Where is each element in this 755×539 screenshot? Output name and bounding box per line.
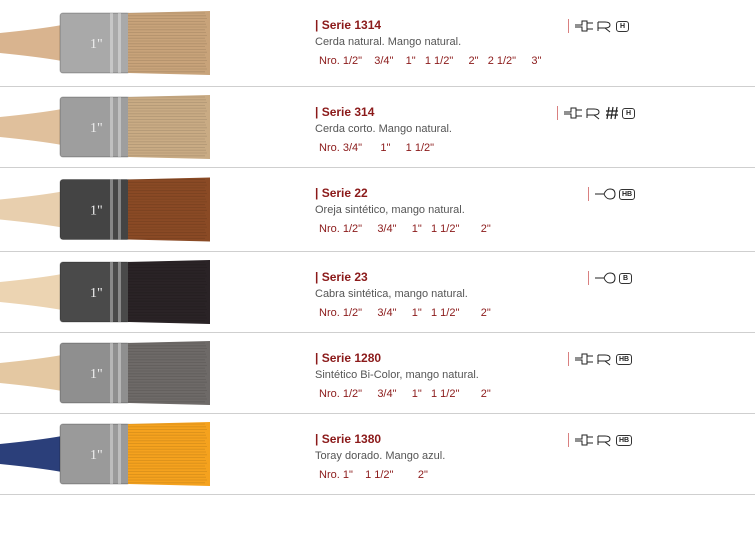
product-description: Cerda corto. Mango natural. [315, 123, 452, 135]
hardness-badge: H [616, 20, 629, 32]
filbert-brush-icon [586, 105, 602, 121]
svg-text:1": 1" [90, 204, 103, 219]
hardness-badge: HB [616, 353, 633, 365]
product-row: 1" | Serie 1314 Cerda natural. Mango natu… [0, 0, 755, 86]
brush-shape-icons: H [557, 105, 635, 121]
svg-text:1": 1" [90, 286, 103, 301]
filbert-brush-icon [597, 432, 613, 448]
product-info: | Serie 1314 Cerda natural. Mango natural… [315, 18, 541, 68]
icon-separator [557, 106, 558, 120]
product-info: | Serie 1380 Toray dorado. Mango azul. Nro… [315, 432, 445, 482]
svg-text:1": 1" [90, 367, 103, 382]
product-title[interactable]: | Serie 1280 [315, 351, 491, 366]
product-sizes: Nro. 1/2" 3/4" 1" 1 1/2" 2" [319, 307, 491, 319]
product-description: Cerda natural. Mango natural. [315, 36, 462, 48]
flat-brush-icon [574, 432, 594, 448]
product-description: Cabra sintética, mango natural. [315, 288, 468, 300]
product-info: | Serie 1280 Sintético Bi-Color, mango na… [315, 351, 491, 401]
product-row: 1" | Serie 23 Cabra sintética, mango natu… [0, 252, 755, 332]
hardness-badge: HB [616, 434, 633, 446]
product-row: 1" | Serie 22 Oreja sintético, mango natu… [0, 168, 755, 251]
product-sizes: Nro. 1/2" 3/4" 1" 1 1/2" 2" [319, 388, 491, 400]
product-sizes: Nro. 3/4" 1" 1 1/2" [319, 142, 435, 154]
svg-text:1": 1" [90, 37, 103, 52]
icon-separator [568, 352, 569, 366]
brush-shape-icons: HB [568, 432, 633, 448]
product-row: 1" | Serie 314 Cerda corto. Mango natural… [0, 87, 755, 167]
hatch-icon [605, 105, 619, 121]
brush-image: 1" [0, 333, 212, 418]
brush-image: 1" [0, 252, 212, 337]
product-description: Toray dorado. Mango azul. [315, 450, 446, 462]
product-sizes: Nro. 1/2" 3/4" 1" 1 1/2" 2" 2 1/2" 3" [319, 55, 542, 67]
brush-shape-icons: HB [588, 186, 636, 202]
product-info: | Serie 314 Cerda corto. Mango natural. Nr… [315, 105, 452, 155]
product-title[interactable]: | Serie 1314 [315, 18, 541, 33]
round-brush-icon [594, 270, 616, 286]
product-info: | Serie 22 Oreja sintético, mango natural… [315, 186, 491, 236]
icon-separator [588, 187, 589, 201]
product-sizes: Nro. 1" 1 1/2" 2" [319, 469, 428, 481]
product-title[interactable]: | Serie 1380 [315, 432, 445, 447]
hardness-badge: H [622, 107, 635, 119]
filbert-brush-icon [597, 351, 613, 367]
brush-shape-icons: HB [568, 351, 633, 367]
product-row: 1" | Serie 1380 Toray dorado. Mango azul.… [0, 414, 755, 494]
product-title[interactable]: | Serie 314 [315, 105, 452, 120]
svg-text:1": 1" [90, 448, 103, 463]
flat-brush-icon [574, 351, 594, 367]
flat-brush-icon [574, 18, 594, 34]
brush-image: 1" [0, 414, 212, 499]
brush-shape-icons: B [588, 270, 632, 286]
svg-text:1": 1" [90, 121, 103, 136]
brush-image: 1" [0, 168, 212, 256]
product-title[interactable]: | Serie 23 [315, 270, 491, 285]
product-info: | Serie 23 Cabra sintética, mango natural… [315, 270, 491, 320]
brush-image: 1" [0, 0, 212, 91]
filbert-brush-icon [597, 18, 613, 34]
brush-image: 1" [0, 87, 212, 172]
product-title[interactable]: | Serie 22 [315, 186, 491, 201]
flat-brush-icon [563, 105, 583, 121]
icon-separator [568, 19, 569, 33]
icon-separator [568, 433, 569, 447]
hardness-badge: B [619, 272, 632, 284]
icon-separator [588, 271, 589, 285]
round-brush-icon [594, 186, 616, 202]
hardness-badge: HB [619, 188, 636, 200]
product-description: Oreja sintético, mango natural. [315, 204, 465, 216]
product-description: Sintético Bi-Color, mango natural. [315, 369, 479, 381]
brush-shape-icons: H [568, 18, 629, 34]
product-row: 1" | Serie 1280 Sintético Bi-Color, mango… [0, 333, 755, 413]
row-divider [0, 494, 755, 495]
product-sizes: Nro. 1/2" 3/4" 1" 1 1/2" 2" [319, 223, 491, 235]
